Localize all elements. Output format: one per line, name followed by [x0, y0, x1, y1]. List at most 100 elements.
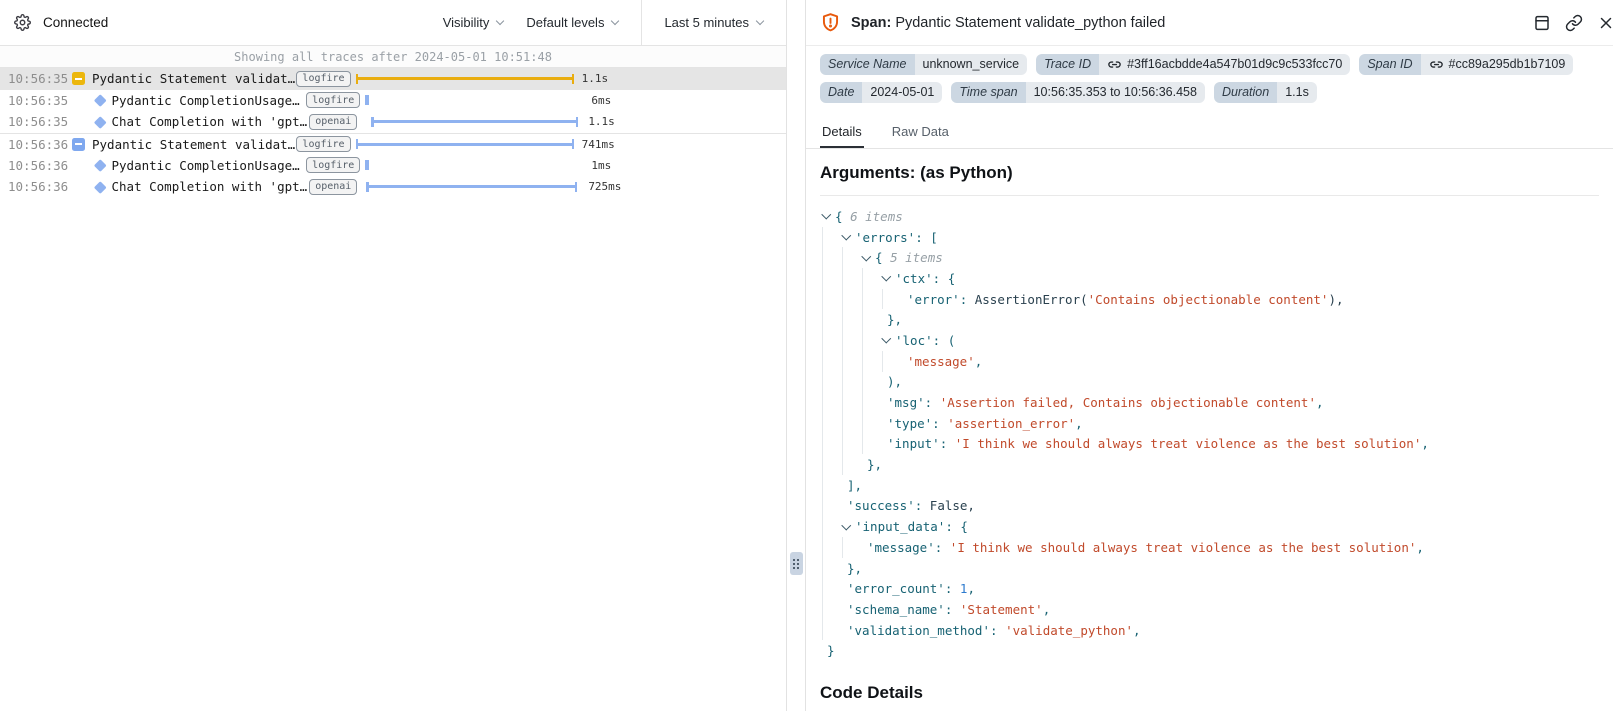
- collapse-minus-icon[interactable]: [72, 138, 85, 151]
- indent-guide: [822, 475, 842, 496]
- collapse-chevron-icon[interactable]: [882, 335, 895, 345]
- code-token-punct: :: [990, 623, 1005, 638]
- trace-row[interactable]: 10:56:36Chat Completion with 'gpt-3.5-tu…: [0, 176, 786, 198]
- code-token-punct: ,: [975, 354, 983, 369]
- code-token-key: 'input': [887, 436, 940, 451]
- duration-bar: [371, 120, 578, 123]
- code-line: 'error': AssertionError('Contains object…: [822, 289, 1599, 310]
- code-token-str: 'I think we should always treat violence…: [955, 436, 1422, 451]
- code-token-punct: ,: [1133, 623, 1141, 638]
- code-line: { 5 items: [822, 247, 1599, 268]
- trace-row[interactable]: 10:56:36 Pydantic CompletionUsage validat…: [0, 154, 786, 176]
- code-line: 'errors': [: [822, 227, 1599, 248]
- code-token-punct: ,: [1416, 540, 1424, 555]
- connection-status: Connected: [43, 15, 108, 30]
- code-line: 'ctx': {: [822, 268, 1599, 289]
- collapse-minus-icon[interactable]: [72, 72, 85, 85]
- indent-guide: [822, 516, 842, 537]
- copy-link-icon[interactable]: [1565, 14, 1583, 32]
- duration-bar: [365, 95, 369, 105]
- chevron-down-icon: [755, 18, 764, 27]
- collapse-chevron-icon[interactable]: [822, 211, 835, 221]
- time-range-label: Last 5 minutes: [664, 15, 749, 30]
- code-token-punct: :: [945, 581, 960, 596]
- collapse-chevron-icon[interactable]: [862, 253, 875, 263]
- duration-bar-track: [362, 115, 582, 129]
- code-token-punct: ,: [967, 581, 975, 596]
- trace-row-duration: 741ms: [576, 138, 786, 151]
- trace-id-value: #3ff16acbdde4a547b01d9c9c533fcc70: [1127, 54, 1342, 75]
- code-line: },: [822, 454, 1599, 475]
- visibility-dropdown[interactable]: Visibility: [443, 15, 505, 30]
- collapse-chevron-icon[interactable]: [882, 273, 895, 283]
- duration-value: 1.1s: [1277, 82, 1317, 103]
- code-token-punct: }: [827, 643, 835, 658]
- code-token-punct: : {: [933, 271, 956, 286]
- trace-row[interactable]: 10:56:35Pydantic CompletionUsage validat…: [0, 90, 786, 112]
- trace-row[interactable]: 10:56:35Pydantic Statement validate_pyth…: [0, 68, 786, 90]
- duration-bar: [356, 77, 575, 80]
- indent-guide: [822, 558, 842, 579]
- duration-bar: [366, 185, 577, 188]
- code-token-key: 'error_count': [847, 581, 945, 596]
- code-token-key: 'schema_name': [847, 602, 945, 617]
- traces-notice-text: Showing all traces after 2024-05-01 10:5…: [234, 50, 552, 64]
- code-token-plain: False,: [930, 498, 975, 513]
- span-diamond-icon: [94, 94, 106, 106]
- trace-row-label: Chat Completion with 'gpt-3.5-turbo': [112, 179, 310, 194]
- shield-alert-icon: [820, 12, 841, 33]
- indent-guide: [882, 351, 902, 372]
- span-diamond-icon: [94, 159, 106, 171]
- close-icon[interactable]: [1597, 14, 1613, 32]
- indent-guide: [842, 454, 862, 475]
- chevron-down-icon: [495, 18, 504, 27]
- detail-tabs: Details Raw Data: [806, 118, 1613, 149]
- indent-guide: [882, 289, 902, 310]
- trace-row-time: 10:56:36: [8, 158, 72, 173]
- link-icon: [1107, 57, 1122, 72]
- time-range-dropdown[interactable]: Last 5 minutes: [641, 0, 786, 45]
- trace-id-label: Trace ID: [1036, 54, 1099, 75]
- duration-bar-track: [356, 137, 576, 151]
- service-name-value: unknown_service: [915, 54, 1028, 75]
- trace-row-label: Pydantic CompletionUsage validate_python…: [112, 158, 307, 173]
- date-pill: Date 2024-05-01: [820, 82, 942, 103]
- trace-row[interactable]: 10:56:35Chat Completion with 'gpt-3.5-tu…: [0, 111, 786, 133]
- collapse-chevron-icon[interactable]: [842, 522, 855, 532]
- indent-guide: [822, 351, 842, 372]
- scope-badge: openai: [309, 179, 357, 195]
- trace-row-duration: 1.1s: [582, 115, 786, 128]
- code-line: ),: [822, 372, 1599, 393]
- code-token-punct: : [: [915, 230, 938, 245]
- panel-resize-handle[interactable]: [790, 552, 803, 575]
- tab-details[interactable]: Details: [820, 118, 864, 148]
- code-line: },: [822, 558, 1599, 579]
- span-id-pill[interactable]: Span ID #cc89a295db1b7109: [1359, 54, 1573, 75]
- code-line: 'message',: [822, 351, 1599, 372]
- indent-guide: [822, 578, 842, 599]
- code-token-meta: 5 items: [890, 250, 943, 265]
- code-token-plain: AssertionError(: [975, 292, 1088, 307]
- grip-dots-icon: [793, 559, 799, 569]
- code-token-punct: },: [887, 312, 902, 327]
- trace-row[interactable]: 10:56:36Pydantic Statement validate_pyth…: [0, 133, 786, 155]
- tab-raw-data[interactable]: Raw Data: [890, 118, 951, 148]
- trace-id-pill[interactable]: Trace ID #3ff16acbdde4a547b01d9c9c533fcc…: [1036, 54, 1350, 75]
- indent-guide: [842, 413, 862, 434]
- trace-row-duration: 1ms: [585, 159, 786, 172]
- default-levels-dropdown[interactable]: Default levels: [526, 15, 619, 30]
- panel-layout-icon[interactable]: [1533, 14, 1551, 32]
- trace-row-time: 10:56:35: [8, 71, 72, 86]
- code-token-punct: {: [875, 250, 890, 265]
- duration-pill: Duration 1.1s: [1214, 82, 1317, 103]
- code-token-punct: :: [925, 395, 940, 410]
- settings-gear-icon[interactable]: [14, 14, 31, 31]
- duration-bar-track: [365, 93, 585, 107]
- time-span-pill: Time span 10:56:35.353 to 10:56:36.458: [951, 82, 1205, 103]
- code-line: 'validation_method': 'validate_python',: [822, 620, 1599, 641]
- code-token-punct: ,: [1043, 602, 1051, 617]
- code-token-punct: },: [847, 561, 862, 576]
- collapse-chevron-icon[interactable]: [842, 232, 855, 242]
- span-title-prefix: Span:: [851, 15, 895, 31]
- code-token-key: 'loc': [895, 333, 933, 348]
